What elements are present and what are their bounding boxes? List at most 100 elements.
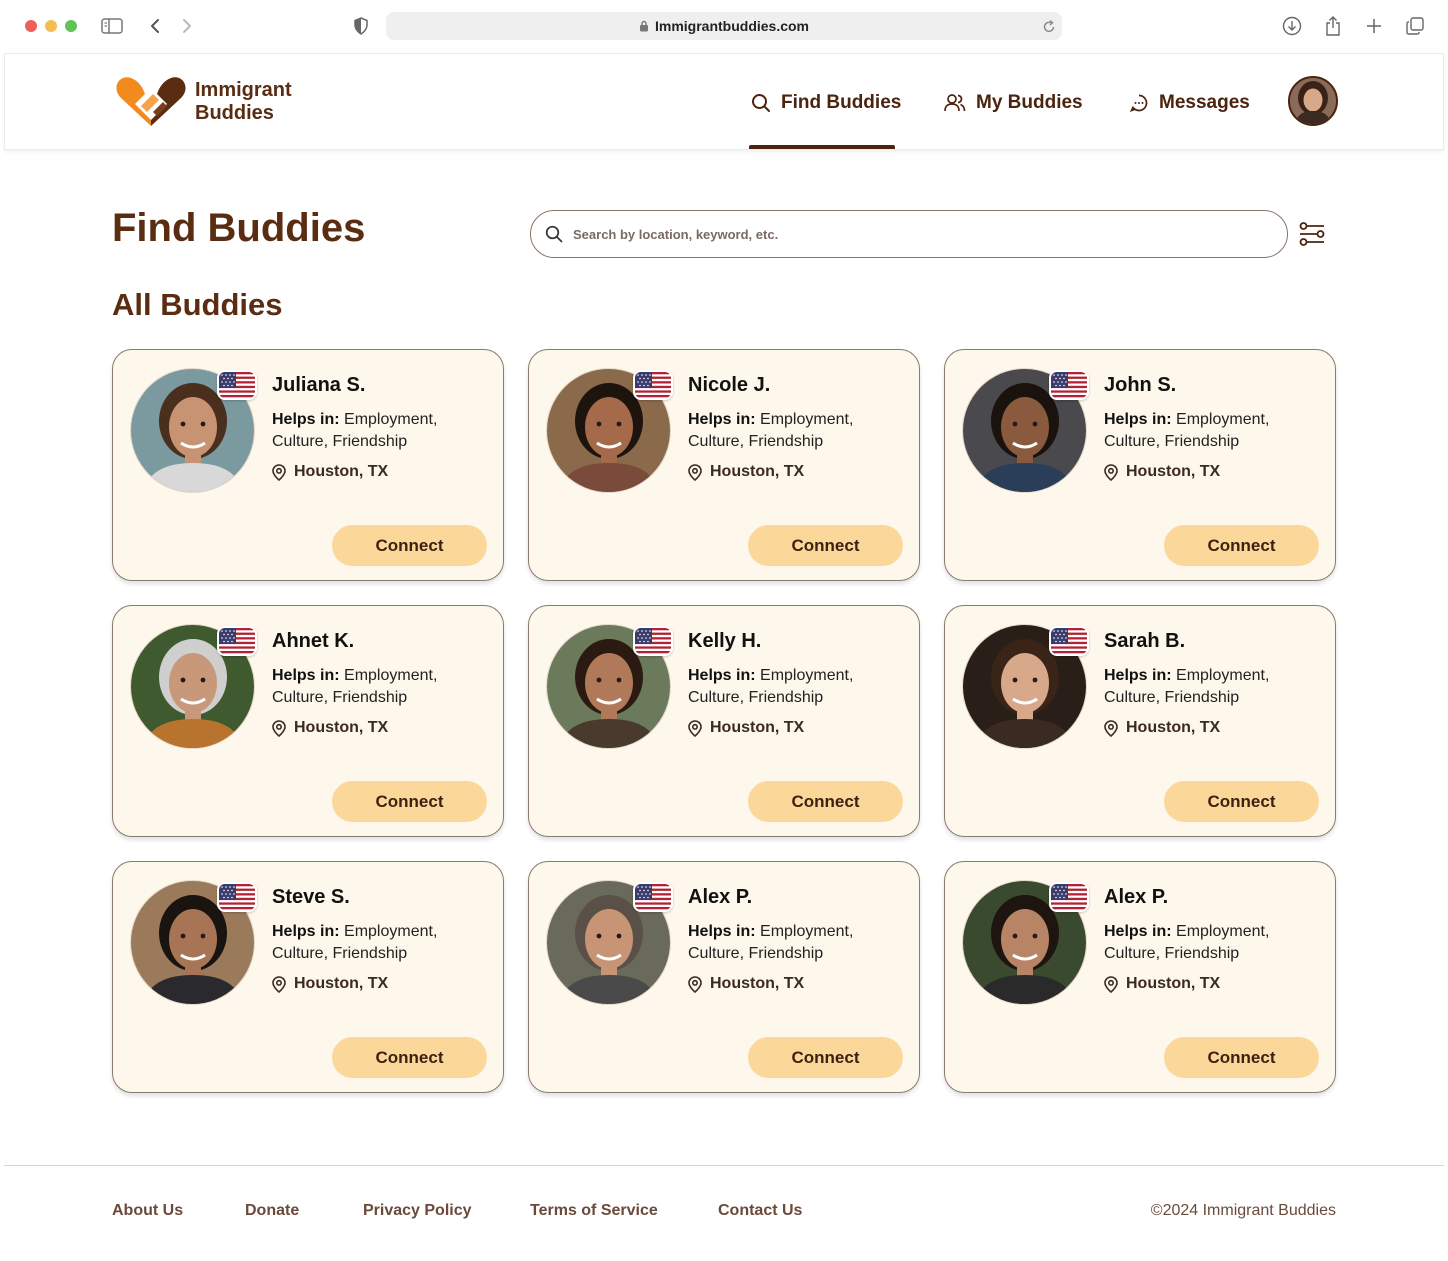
location-pin-icon [272, 719, 294, 737]
buddy-card[interactable]: Juliana S. Helps in: Employment, Culture… [112, 349, 504, 581]
buddy-name: Juliana S. [272, 374, 366, 396]
footer-link-privacy[interactable]: Privacy Policy [363, 1202, 472, 1220]
us-flag-icon [217, 882, 257, 912]
buddy-helps: Helps in: Employment, Culture, Friendshi… [688, 921, 888, 965]
buddy-location: Houston, TX [688, 719, 804, 737]
forward-icon[interactable] [175, 14, 199, 38]
connect-button[interactable]: Connect [332, 525, 487, 566]
us-flag-icon [633, 626, 673, 656]
location-pin-icon [688, 719, 710, 737]
nav-find-buddies[interactable]: Find Buddies [751, 54, 901, 151]
buddy-location: Houston, TX [1104, 463, 1220, 481]
connect-button[interactable]: Connect [748, 781, 903, 822]
location-pin-icon [1104, 719, 1126, 737]
buddy-card[interactable]: Ahnet K. Helps in: Employment, Culture, … [112, 605, 504, 837]
helps-label: Helps in: [688, 411, 756, 428]
maximize-window-button[interactable] [65, 20, 77, 32]
location-pin-icon [688, 975, 710, 993]
location-text: Houston, TX [1126, 463, 1221, 480]
address-bar[interactable]: Immigrantbuddies.com [386, 12, 1062, 40]
close-window-button[interactable] [25, 20, 37, 32]
active-tab-indicator [749, 145, 895, 149]
privacy-shield-icon[interactable] [349, 14, 373, 38]
location-text: Houston, TX [710, 719, 805, 736]
footer-link-donate[interactable]: Donate [245, 1202, 299, 1220]
helps-label: Helps in: [688, 667, 756, 684]
buddy-location: Houston, TX [272, 719, 388, 737]
location-text: Houston, TX [710, 463, 805, 480]
minimize-window-button[interactable] [45, 20, 57, 32]
buddy-helps: Helps in: Employment, Culture, Friendshi… [688, 665, 888, 709]
connect-button[interactable]: Connect [1164, 525, 1319, 566]
sidebar-toggle-icon[interactable] [100, 14, 124, 38]
buddy-name: Steve S. [272, 886, 350, 908]
buddy-helps: Helps in: Employment, Culture, Friendshi… [1104, 665, 1304, 709]
brand-name-line1: Immigrant [195, 79, 292, 101]
buddy-name: John S. [1104, 374, 1177, 396]
location-pin-icon [1104, 975, 1126, 993]
nav-messages-label: Messages [1159, 91, 1250, 113]
user-avatar[interactable] [1288, 76, 1338, 126]
buddy-card[interactable]: Alex P. Helps in: Employment, Culture, F… [944, 861, 1336, 1093]
filter-button[interactable] [1296, 218, 1328, 250]
buddy-name: Kelly H. [688, 630, 762, 652]
lock-icon [639, 20, 649, 32]
location-pin-icon [688, 463, 710, 481]
us-flag-icon [1049, 626, 1089, 656]
location-text: Houston, TX [1126, 975, 1221, 992]
buddy-name: Nicole J. [688, 374, 771, 396]
search-bar[interactable] [530, 210, 1288, 258]
connect-button[interactable]: Connect [748, 525, 903, 566]
buddy-name: Sarah B. [1104, 630, 1186, 652]
buddy-card[interactable]: Sarah B. Helps in: Employment, Culture, … [944, 605, 1336, 837]
buddy-card[interactable]: Steve S. Helps in: Employment, Culture, … [112, 861, 504, 1093]
buddy-name: Ahnet K. [272, 630, 355, 652]
connect-button[interactable]: Connect [1164, 781, 1319, 822]
new-tab-icon[interactable] [1362, 14, 1386, 38]
buddy-helps: Helps in: Employment, Culture, Friendshi… [1104, 921, 1304, 965]
footer-link-about[interactable]: About Us [112, 1202, 183, 1220]
footer-divider [4, 1165, 1444, 1166]
buddy-name: Alex P. [1104, 886, 1169, 908]
footer-link-terms[interactable]: Terms of Service [530, 1202, 658, 1220]
share-icon[interactable] [1321, 14, 1345, 38]
buddy-card[interactable]: Alex P. Helps in: Employment, Culture, F… [528, 861, 920, 1093]
location-pin-icon [272, 463, 294, 481]
connect-button[interactable]: Connect [332, 781, 487, 822]
connect-button[interactable]: Connect [748, 1037, 903, 1078]
buddy-helps: Helps in: Employment, Culture, Friendshi… [272, 409, 472, 453]
nav-messages[interactable]: Messages [1129, 54, 1250, 151]
footer-link-contact[interactable]: Contact Us [718, 1202, 802, 1220]
helps-label: Helps in: [272, 411, 340, 428]
helps-label: Helps in: [688, 923, 756, 940]
nav-my-buddies-label: My Buddies [976, 91, 1083, 113]
buddy-card[interactable]: Kelly H. Helps in: Employment, Culture, … [528, 605, 920, 837]
location-pin-icon [1104, 463, 1126, 481]
search-input[interactable] [573, 226, 1253, 242]
users-icon [944, 93, 966, 111]
us-flag-icon [1049, 882, 1089, 912]
section-title: All Buddies [112, 287, 283, 322]
helps-label: Helps in: [1104, 667, 1172, 684]
buddy-name: Alex P. [688, 886, 753, 908]
back-icon[interactable] [143, 14, 167, 38]
location-pin-icon [272, 975, 294, 993]
brand-logo[interactable]: Immigrant Buddies [113, 76, 292, 128]
us-flag-icon [217, 626, 257, 656]
connect-button[interactable]: Connect [332, 1037, 487, 1078]
reload-icon[interactable] [1042, 18, 1056, 37]
nav-my-buddies[interactable]: My Buddies [944, 54, 1083, 151]
buddy-location: Houston, TX [1104, 719, 1220, 737]
buddy-card[interactable]: Nicole J. Helps in: Employment, Culture,… [528, 349, 920, 581]
download-icon[interactable] [1280, 14, 1304, 38]
connect-button[interactable]: Connect [1164, 1037, 1319, 1078]
browser-toolbar: Immigrantbuddies.com [0, 0, 1448, 52]
chat-bubble-icon [1129, 94, 1148, 112]
buddy-card[interactable]: John S. Helps in: Employment, Culture, F… [944, 349, 1336, 581]
helps-label: Helps in: [1104, 411, 1172, 428]
tabs-overview-icon[interactable] [1403, 14, 1427, 38]
nav-find-buddies-label: Find Buddies [781, 91, 902, 113]
brand-name-line2: Buddies [195, 102, 274, 124]
search-icon [545, 225, 563, 243]
location-text: Houston, TX [1126, 719, 1221, 736]
